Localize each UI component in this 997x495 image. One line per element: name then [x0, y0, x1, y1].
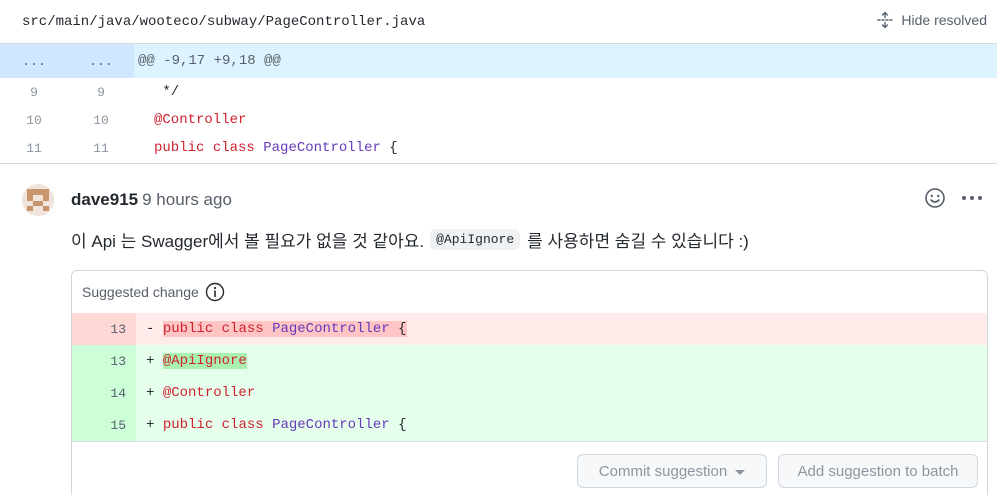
smiley-icon[interactable] [924, 187, 946, 209]
new-line-number[interactable]: 9 [68, 78, 134, 106]
annotation-token: @ApiIgnore [162, 353, 247, 369]
avatar[interactable] [22, 184, 54, 216]
code-line: public class PageController { [134, 140, 398, 156]
diff-sign: - [146, 321, 155, 337]
add-to-batch-button[interactable]: Add suggestion to batch [778, 454, 978, 488]
code-rest: { [389, 321, 407, 337]
keyword-token: class [221, 417, 264, 433]
suggestion-title: Suggested change [82, 284, 199, 300]
old-line-number[interactable]: 11 [0, 134, 68, 162]
new-line-number[interactable]: 10 [68, 106, 134, 134]
annotation-token: @Controller [162, 385, 256, 401]
code-line: + @Controller [136, 385, 255, 401]
diff-line: 11 11 public class PageController { [0, 134, 997, 162]
class-token: PageController [272, 321, 390, 337]
code-line: - public class PageController { [136, 321, 407, 337]
code-line: */ [154, 84, 180, 100]
suggested-change: Suggested change 13 - public class PageC… [71, 270, 988, 495]
old-line-number[interactable]: 10 [0, 106, 68, 134]
commit-suggestion-label: Commit suggestion [598, 462, 728, 480]
suggestion-deleted-line: 13 - public class PageController { [72, 313, 987, 345]
suggestion-added-line: 15 + public class PageController { [72, 409, 987, 441]
hide-resolved-label: Hide resolved [901, 12, 987, 28]
diff-sign: + [146, 353, 155, 369]
chevron-down-icon [735, 469, 746, 475]
divider [0, 163, 997, 164]
annotation-token: @Controller [154, 112, 247, 128]
line-number: 14 [72, 377, 136, 409]
code-line: + public class PageController { [136, 417, 407, 433]
comment-text: 이 Api 는 Swagger에서 볼 필요가 없을 것 같아요. [71, 232, 425, 251]
suggestion-header: Suggested change [72, 271, 987, 313]
comment-body: 이 Api 는 Swagger에서 볼 필요가 없을 것 같아요. @ApiIg… [71, 227, 749, 252]
comment-text: 를 사용하면 숨길 수 있습니다 :) [527, 232, 749, 251]
suggestion-added-line: 13 + @ApiIgnore [72, 345, 987, 377]
unfold-icon [877, 12, 894, 28]
keyword-token: class [212, 140, 255, 156]
file-path[interactable]: src/main/java/wooteco/subway/PageControl… [22, 14, 425, 30]
diff-sign: + [146, 417, 155, 433]
diff-sign: + [146, 385, 155, 401]
keyword-token: public [154, 140, 205, 156]
hunk-row: ... ... @@ -9,17 +9,18 @@ [0, 44, 997, 78]
expand-left[interactable]: ... [0, 44, 68, 78]
diff-line: 10 10 @Controller [0, 106, 997, 134]
author-name[interactable]: dave915 [71, 190, 138, 209]
suggestion-added-line: 14 + @Controller [72, 377, 987, 409]
hide-resolved-button[interactable]: Hide resolved [877, 12, 987, 28]
file-header: src/main/java/wooteco/subway/PageControl… [0, 0, 997, 44]
info-icon[interactable] [205, 282, 225, 302]
identicon-icon [22, 184, 54, 216]
comment-header: dave915 9 hours ago [71, 190, 232, 210]
line-number: 13 [72, 345, 136, 377]
expand-right[interactable]: ... [68, 44, 134, 78]
keyword-token: public [162, 321, 214, 337]
line-number: 15 [72, 409, 136, 441]
inline-code: @ApiIgnore [430, 229, 521, 250]
add-to-batch-label: Add suggestion to batch [797, 462, 959, 480]
old-line-number[interactable]: 9 [0, 78, 68, 106]
suggestion-footer: Commit suggestion Add suggestion to batc… [72, 441, 987, 495]
kebab-horizontal-icon[interactable] [960, 188, 984, 208]
code-line: @Controller [134, 112, 246, 128]
diff-table: ... ... @@ -9,17 +9,18 @@ 9 9 */ 10 10 @… [0, 44, 997, 162]
code-rest: { [380, 140, 398, 156]
commit-suggestion-button[interactable]: Commit suggestion [577, 454, 767, 488]
hunk-header: @@ -9,17 +9,18 @@ [138, 53, 281, 69]
comment-time[interactable]: 9 hours ago [142, 190, 232, 209]
class-token: PageController [263, 140, 381, 156]
new-line-number[interactable]: 11 [68, 134, 134, 162]
code-line: + @ApiIgnore [136, 353, 247, 369]
class-token: PageController [272, 417, 390, 433]
diff-line: 9 9 */ [0, 78, 997, 106]
line-number: 13 [72, 313, 136, 345]
keyword-token: class [221, 321, 264, 337]
code-rest: { [389, 417, 407, 433]
keyword-token: public [162, 417, 214, 433]
